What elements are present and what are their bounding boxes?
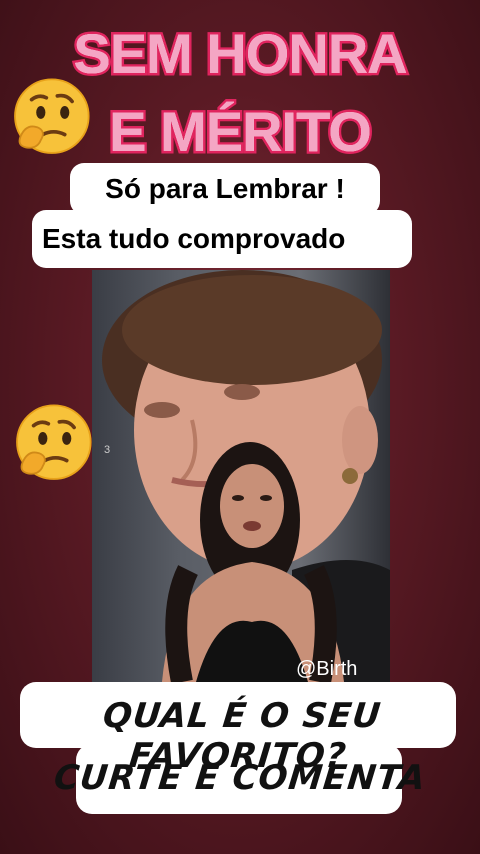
caption-line-2: Esta tudo comprovado — [32, 210, 412, 268]
video-content-image — [102, 270, 390, 682]
cta-line-2: CURTE E COMENTA — [52, 758, 428, 798]
thinking-face-icon — [16, 404, 92, 480]
thinking-face-icon — [14, 78, 90, 154]
side-number: 3 — [104, 444, 111, 456]
caption-line-1: Só para Lembrar ! — [70, 163, 380, 215]
video-frame[interactable] — [92, 270, 390, 682]
watermark-handle: @Birth — [296, 658, 358, 680]
